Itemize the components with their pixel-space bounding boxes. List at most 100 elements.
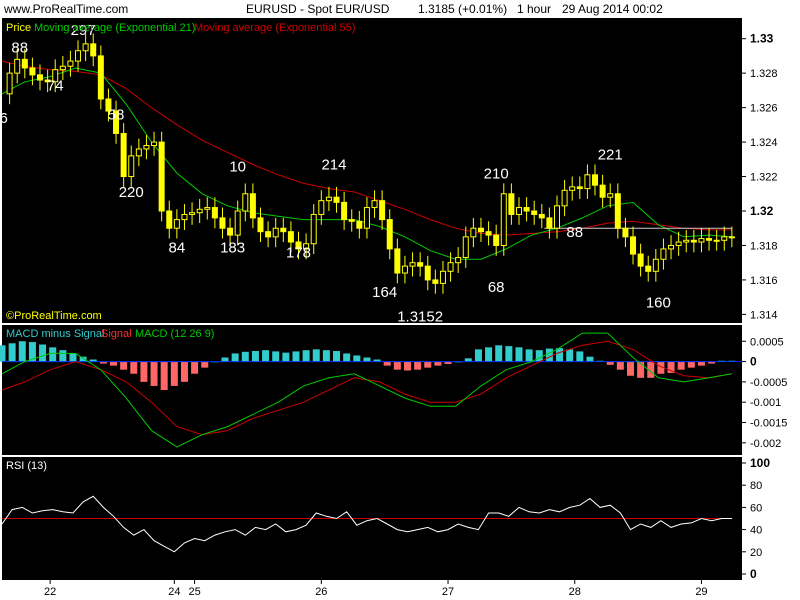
chart-window: www.ProRealTime.com EURUSD - Spot EUR/US… (0, 0, 800, 600)
macd-histogram-bar (251, 351, 259, 362)
candle-body (645, 265, 652, 272)
macd-histogram-bar (241, 351, 249, 362)
candle-body (143, 145, 150, 150)
macd-histogram-bar (556, 348, 564, 362)
candle-body (37, 74, 44, 81)
price-tick-label: 1.314 (750, 309, 778, 321)
macd-histogram-bar (566, 349, 574, 362)
macd-histogram-bar (0, 345, 6, 362)
candle-body (59, 65, 66, 71)
candle-body (249, 193, 256, 219)
candle-body (363, 207, 370, 229)
candle-body (630, 236, 637, 255)
macd-histogram-bar (535, 350, 543, 362)
macd-histogram-bar (170, 361, 178, 386)
macd-histogram-bar (282, 352, 290, 362)
candle-body (97, 55, 104, 100)
macd-tick-label: -0.0005 (750, 377, 787, 389)
macd-histogram-bar (414, 361, 422, 370)
candle-body (622, 227, 629, 238)
candle-body (242, 193, 249, 212)
candle-body (356, 220, 363, 229)
candle-body (538, 213, 545, 219)
candle-body (698, 238, 705, 243)
price-tick-label: 1.322 (750, 172, 778, 184)
macd-histogram-bar (403, 361, 411, 371)
price-annotation: 183 (220, 239, 245, 256)
x-tick-label: 25 (188, 586, 200, 598)
candle-body (728, 236, 735, 239)
legend-ema55: Moving average (Exponential 55) (194, 22, 355, 34)
candle-body (515, 207, 522, 215)
rsi-tick-label: 60 (750, 502, 762, 514)
price-tick-label: 1.326 (750, 103, 778, 115)
legend-rsi: RSI (13) (6, 460, 47, 472)
candle-body (546, 217, 553, 229)
candle-body (394, 248, 401, 274)
macd-histogram-bar (616, 361, 624, 370)
candle-body (470, 227, 477, 238)
candle-body (166, 210, 173, 229)
macd-histogram-bar (626, 361, 634, 376)
macd-histogram-bar (272, 351, 280, 362)
candle-body (287, 231, 294, 243)
candle-body (196, 208, 203, 214)
candle-body (280, 227, 287, 233)
candle-body (462, 236, 469, 259)
macd-histogram-bar (515, 347, 523, 362)
candle-body (713, 239, 720, 242)
candle-body (82, 43, 89, 52)
candle-body (721, 236, 728, 241)
candle-body (531, 210, 538, 215)
macd-histogram-bar (393, 361, 401, 370)
macd-histogram-bar (8, 343, 16, 362)
legend-ema21: Moving average (Exponential 21) (34, 22, 195, 34)
candle-body (401, 265, 408, 274)
price-panel-bg (2, 18, 742, 323)
rsi-tick-label: 20 (750, 547, 762, 559)
price-annotation: 56 (0, 110, 8, 127)
candle-body (333, 196, 340, 203)
macd-histogram-bar (545, 348, 553, 362)
candle-body (569, 186, 576, 191)
candle-body (211, 207, 218, 219)
macd-histogram-bar (201, 361, 209, 368)
macd-histogram-bar (69, 353, 77, 362)
price-tick-label: 1.324 (750, 137, 778, 149)
macd-histogram-bar (221, 357, 229, 362)
macd-histogram-bar (333, 351, 341, 362)
macd-histogram-bar (302, 350, 310, 362)
candle-body (75, 50, 82, 62)
candle-body (508, 193, 515, 215)
x-tick-label: 26 (315, 586, 327, 598)
macd-histogram-bar (150, 361, 158, 386)
macd-histogram-bar (322, 350, 330, 362)
price-annotation: 164 (372, 284, 397, 301)
macd-histogram-bar (262, 350, 270, 362)
macd-histogram-bar (191, 361, 199, 374)
candle-body (614, 193, 621, 229)
price-tick-label: 1.33 (750, 32, 774, 46)
macd-tick-label: -0.002 (750, 438, 781, 450)
price-annotation: 220 (119, 184, 144, 201)
candle-body (439, 270, 446, 284)
candle-body (493, 234, 500, 246)
candle-body (455, 257, 462, 264)
candle-body (318, 200, 325, 215)
candle-body (310, 213, 317, 245)
macd-histogram-bar (59, 350, 67, 362)
candle-body (21, 58, 28, 69)
candle-body (668, 244, 675, 250)
macd-histogram-bar (687, 361, 695, 368)
candle-body (227, 227, 234, 236)
rsi-tick-label: 0 (750, 567, 757, 581)
price-tick-label: 1.316 (750, 275, 778, 287)
candle-body (500, 193, 507, 246)
macd-histogram-bar (363, 357, 371, 362)
x-tick-label: 24 (168, 586, 180, 598)
candle-body (485, 231, 492, 236)
x-tick-label: 22 (44, 586, 56, 598)
candle-body (151, 141, 158, 147)
candle-body (637, 253, 644, 267)
candle-body (90, 43, 97, 57)
